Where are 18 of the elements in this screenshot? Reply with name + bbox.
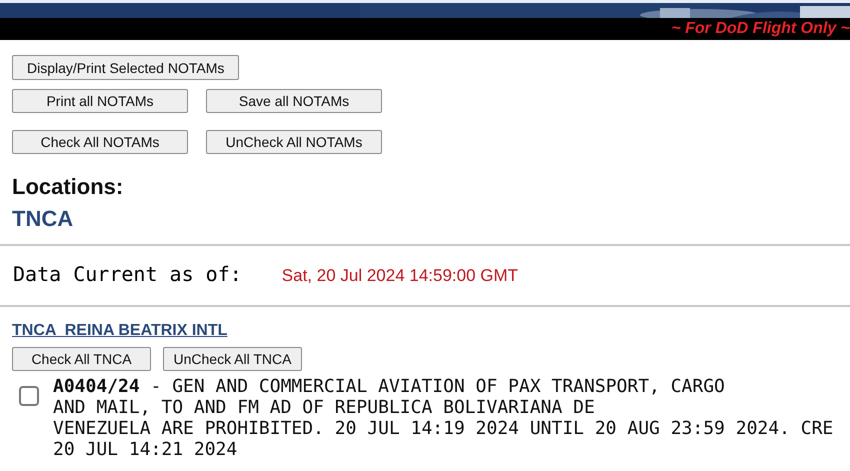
- location-code: TNCA: [12, 206, 74, 232]
- notice-text: ~ For DoD Flight Only ~: [671, 20, 850, 38]
- locations-heading: Locations:: [12, 174, 124, 200]
- action-button[interactable]: UnCheck All NOTAMs: [206, 130, 382, 154]
- data-current-label: Data Current as of:: [13, 262, 242, 286]
- notam-checkbox[interactable]: [19, 386, 39, 406]
- data-current-value: Sat, 20 Jul 2024 14:59:00 GMT: [282, 266, 518, 286]
- notam-text: AND MAIL, TO AND FM AD OF REPUBLICA BOLIVARIANA DE: [53, 397, 596, 418]
- check-button[interactable]: UnCheck All TNCA: [163, 347, 302, 371]
- notam-text: VENEZUELA ARE PROHIBITED. 20 JUL 14:19 2024 UNTIL 20 AUG 23:59 2024. CRE: [53, 418, 834, 439]
- action-button[interactable]: Check All NOTAMs: [12, 130, 188, 154]
- notam-text: A0404/24 - GEN AND COMMERCIAL AVIATION OF PAX TRANSPORT, CARGO: [53, 376, 726, 397]
- action-button[interactable]: Save all NOTAMs: [206, 89, 382, 113]
- action-button[interactable]: Print all NOTAMs: [12, 89, 188, 113]
- airport-link[interactable]: TNCA REINA BEATRIX INTL: [12, 322, 228, 340]
- check-button[interactable]: Check All TNCA: [12, 347, 151, 371]
- display-print-button[interactable]: Display/Print Selected NOTAMs: [12, 55, 240, 80]
- notam-text: 20 JUL 14:21 2024: [53, 439, 238, 460]
